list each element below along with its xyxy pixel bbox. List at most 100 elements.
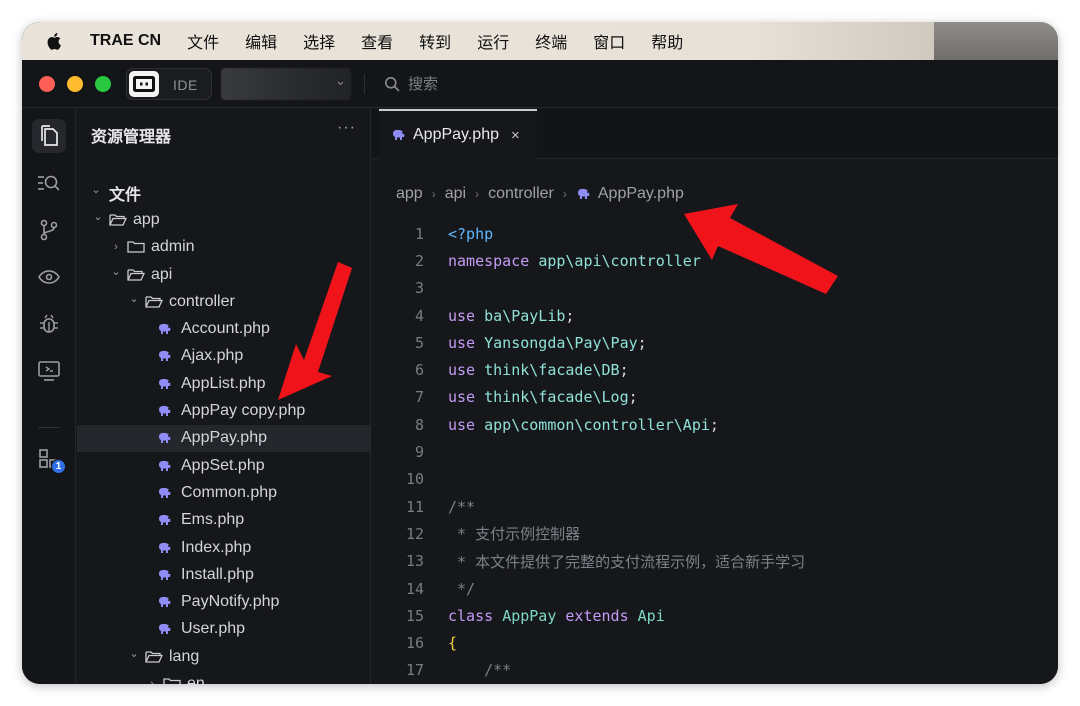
menu-view[interactable]: 查看 <box>361 29 393 53</box>
apple-icon[interactable] <box>46 31 68 51</box>
code-text: class AppPay extends Api <box>448 607 665 625</box>
code-line[interactable]: 1 <?php <box>372 220 1058 247</box>
tree-folder-item[interactable]: ⌄ lang <box>77 643 370 670</box>
debug-bug-icon[interactable] <box>32 307 66 341</box>
menu-terminal[interactable]: 终端 <box>535 29 567 53</box>
breadcrumb-api[interactable]: api <box>445 185 466 203</box>
code-editor[interactable]: 1 <?php 2 namespace app\api\controller 3 4 use… <box>372 220 1058 684</box>
source-control-icon[interactable] <box>32 213 66 247</box>
line-number: 7 <box>414 388 424 407</box>
code-text: /** <box>448 661 511 679</box>
search-icon[interactable] <box>384 76 400 97</box>
menu-run[interactable]: 运行 <box>477 29 509 53</box>
titlebar-divider <box>364 74 365 94</box>
code-line[interactable]: 15 class AppPay extends Api <box>372 602 1058 629</box>
tab-apppay-php[interactable]: AppPay.php × <box>379 109 537 159</box>
menu-selection[interactable]: 选择 <box>303 29 335 53</box>
code-line[interactable]: 10 <box>372 466 1058 493</box>
close-tab-icon[interactable]: × <box>511 127 520 144</box>
tree-file-item[interactable]: AppPay copy.php <box>77 397 370 424</box>
code-text: use app\common\controller\Api; <box>448 416 719 434</box>
tree-file-item[interactable]: Index.php <box>77 534 370 561</box>
line-number: 8 <box>414 415 424 434</box>
close-window-button[interactable] <box>39 76 55 92</box>
minimize-window-button[interactable] <box>67 76 83 92</box>
menu-go[interactable]: 转到 <box>419 29 451 53</box>
screenshot-frame: TRAE CN 文件 编辑 选择 查看 转到 运行 终端 窗口 帮助 IDE ⌄… <box>22 22 1058 684</box>
tree-file-item[interactable]: Install.php <box>77 561 370 588</box>
tree-file-item[interactable]: User.php <box>77 616 370 643</box>
tree-file-item[interactable]: AppList.php <box>77 370 370 397</box>
tree-folder-item[interactable]: ⌄ app <box>77 206 370 233</box>
tree-folder-item[interactable]: › admin <box>77 234 370 261</box>
chevron-down-icon[interactable]: ⌄ <box>127 647 141 660</box>
chevron-right-icon: › <box>475 187 480 201</box>
tree-file-item[interactable]: Ajax.php <box>77 343 370 370</box>
tree-folder-item[interactable]: › en <box>77 670 370 684</box>
menu-window[interactable]: 窗口 <box>593 29 625 53</box>
breadcrumb-app[interactable]: app <box>396 185 423 203</box>
php-elephant-icon <box>157 623 173 635</box>
tree-item-label: User.php <box>181 620 246 638</box>
tree-item-label: AppPay.php <box>181 429 267 447</box>
line-number: 16 <box>405 634 424 653</box>
chevron-down-icon[interactable]: ⌄ <box>91 210 105 223</box>
chevron-down-icon[interactable]: ⌄ <box>109 265 123 278</box>
code-token: ba\PayLib <box>484 306 566 325</box>
code-line[interactable]: 7 use think\facade\Log; <box>372 384 1058 411</box>
tree-file-item[interactable]: Common.php <box>77 479 370 506</box>
extensions-icon[interactable]: 1 <box>32 442 66 476</box>
code-line[interactable]: 8 use app\common\controller\Api; <box>372 411 1058 438</box>
menu-help[interactable]: 帮助 <box>651 29 683 53</box>
chevron-down-icon[interactable]: ⌄ <box>89 183 103 196</box>
ide-mode-toggle[interactable]: IDE <box>126 68 212 100</box>
tree-folder-item[interactable]: ⌄ api <box>77 261 370 288</box>
tree-file-item[interactable]: PayNotify.php <box>77 588 370 615</box>
tree-file-item[interactable]: AppPay.php <box>77 424 370 452</box>
code-line[interactable]: 11 /** <box>372 493 1058 520</box>
menu-app-name[interactable]: TRAE CN <box>90 32 161 50</box>
tree-folder-item[interactable]: ⌄ controller <box>77 288 370 315</box>
menu-edit[interactable]: 编辑 <box>245 29 277 53</box>
more-actions-icon[interactable]: ··· <box>337 119 356 137</box>
tree-file-item[interactable]: Account.php <box>77 315 370 342</box>
run-debug-eye-icon[interactable] <box>32 260 66 294</box>
search-input[interactable]: 搜索 <box>408 73 438 94</box>
tree-item-label: en <box>187 674 205 684</box>
code-line[interactable]: 6 use think\facade\DB; <box>372 356 1058 383</box>
chevron-right-icon[interactable]: › <box>109 241 123 253</box>
code-text: <?php <box>448 225 493 243</box>
code-line[interactable]: 3 <box>372 275 1058 302</box>
line-number: 13 <box>405 552 424 571</box>
tree-item-label: Ems.php <box>181 511 245 529</box>
breadcrumb-controller[interactable]: controller <box>488 185 554 203</box>
code-text: { <box>448 634 457 652</box>
tree-file-item[interactable]: Ems.php <box>77 507 370 534</box>
breadcrumb-file[interactable]: AppPay.php <box>598 185 684 203</box>
file-tree: ⌄ 文件 ⌄ app › admin ⌄ api ⌄ controller Account.php A… <box>77 179 370 684</box>
explorer-icon[interactable] <box>32 119 66 153</box>
chevron-right-icon[interactable]: › <box>145 678 159 684</box>
tree-section-header[interactable]: ⌄ 文件 <box>77 179 370 206</box>
code-line[interactable]: 14 */ <box>372 575 1058 602</box>
code-line[interactable]: 17 /** <box>372 657 1058 684</box>
tree-file-item[interactable]: AppSet.php <box>77 452 370 479</box>
code-line[interactable]: 16 { <box>372 629 1058 656</box>
chevron-down-icon[interactable]: ⌄ <box>335 73 346 89</box>
code-line[interactable]: 12 * 支付示例控制器 <box>372 520 1058 547</box>
chevron-down-icon[interactable]: ⌄ <box>127 292 141 305</box>
search-files-icon[interactable] <box>32 166 66 200</box>
menu-file[interactable]: 文件 <box>187 29 219 53</box>
ide-mode-label: IDE <box>173 77 198 93</box>
code-line[interactable]: 2 namespace app\api\controller <box>372 247 1058 274</box>
code-line[interactable]: 4 use ba\PayLib; <box>372 302 1058 329</box>
code-line[interactable]: 9 <box>372 438 1058 465</box>
code-token: { <box>448 634 458 653</box>
zoom-window-button[interactable] <box>95 76 111 92</box>
project-selector[interactable] <box>221 68 351 100</box>
remote-display-icon[interactable] <box>32 354 66 388</box>
code-line[interactable]: 13 * 本文件提供了完整的支付流程示例，适合新手学习 <box>372 548 1058 575</box>
code-line[interactable]: 5 use Yansongda\Pay\Pay; <box>372 329 1058 356</box>
